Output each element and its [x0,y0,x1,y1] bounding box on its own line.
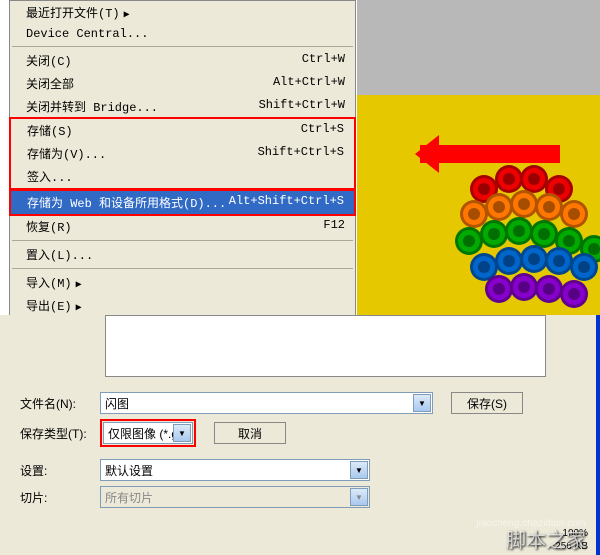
shortcut: Ctrl+W [302,52,345,69]
filename-label: 文件名(N): [10,395,100,412]
type-select[interactable]: 仅限图像 (*.gif)▼ [103,422,193,444]
shortcut: Alt+Shift+Ctrl+S [229,194,344,211]
submenu-arrow: ▶ [124,10,130,21]
menu-save-as[interactable]: 存储为(V)... Shift+Ctrl+S [11,142,354,165]
filename-input[interactable]: 闪图 ▼ [100,392,433,414]
shortcut: Alt+Ctrl+W [273,75,345,92]
menu-recent[interactable]: 最近打开文件(T) ▶ [10,1,355,24]
label: 存储为(V)... [27,145,106,162]
menu-revert[interactable]: 恢复(R) F12 [10,215,355,238]
label: 导入(M) [26,277,72,291]
menu-device-central[interactable]: Device Central... [10,24,355,44]
label: 关闭全部 [26,75,74,92]
label: 存储为 Web 和设备所用格式(D)... [27,194,226,211]
shortcut: Shift+Ctrl+S [258,145,344,162]
settings-value: 默认设置 [105,462,153,479]
slice-label: 切片: [10,489,100,506]
menu-export[interactable]: 导出(E) ▶ [10,294,355,317]
separator [12,268,353,269]
menu-import[interactable]: 导入(M) ▶ [10,271,355,294]
shortcut: Shift+Ctrl+W [259,98,345,115]
canvas-image [357,95,600,315]
type-label: 保存类型(T): [10,425,100,442]
dropdown-icon: ▼ [350,488,368,506]
cancel-button[interactable]: 取消 [214,422,286,444]
label: 关闭并转到 Bridge... [26,98,158,115]
slice-select: 所有切片 ▼ [100,486,370,508]
watermark: 脚本之家 [506,524,586,553]
menu-close-all[interactable]: 关闭全部 Alt+Ctrl+W [10,72,355,95]
separator [12,240,353,241]
settings-select[interactable]: 默认设置 ▼ [100,459,370,481]
canvas-gray [357,0,600,95]
shortcut: Ctrl+S [301,122,344,139]
menu-save[interactable]: 存储(S) Ctrl+S [11,119,354,142]
separator [12,46,353,47]
menu-close-bridge[interactable]: 关闭并转到 Bridge... Shift+Ctrl+W [10,95,355,118]
menu-close[interactable]: 关闭(C) Ctrl+W [10,49,355,72]
submenu-arrow: ▶ [76,280,82,291]
slice-value: 所有切片 [105,489,153,506]
settings-label: 设置: [10,462,100,479]
menu-save-for-web[interactable]: 存储为 Web 和设备所用格式(D)...Alt+Shift+Ctrl+S [11,191,354,214]
label: 关闭(C) [26,52,72,69]
dropdown-icon[interactable]: ▼ [173,424,191,442]
shortcut: F12 [323,218,345,235]
save-button[interactable]: 保存(S) [451,392,523,414]
label: 存储(S) [27,122,73,139]
label: 导出(E) [26,300,72,314]
dropdown-icon[interactable]: ▼ [413,394,431,412]
annotation-arrow-left [420,145,560,163]
menu-place[interactable]: 置入(L)... [10,243,355,266]
menu-checkin[interactable]: 签入... [11,165,354,188]
file-browser-area [105,315,546,377]
label: 恢复(R) [26,218,72,235]
filename-value: 闪图 [105,395,129,412]
label: 最近打开文件(T) [26,7,120,21]
submenu-arrow: ▶ [76,303,82,314]
save-dialog: 文件名(N): 闪图 ▼ 保存(S) 保存类型(T): 仅限图像 (*.gif)▼… [0,315,600,555]
dropdown-icon[interactable]: ▼ [350,461,368,479]
